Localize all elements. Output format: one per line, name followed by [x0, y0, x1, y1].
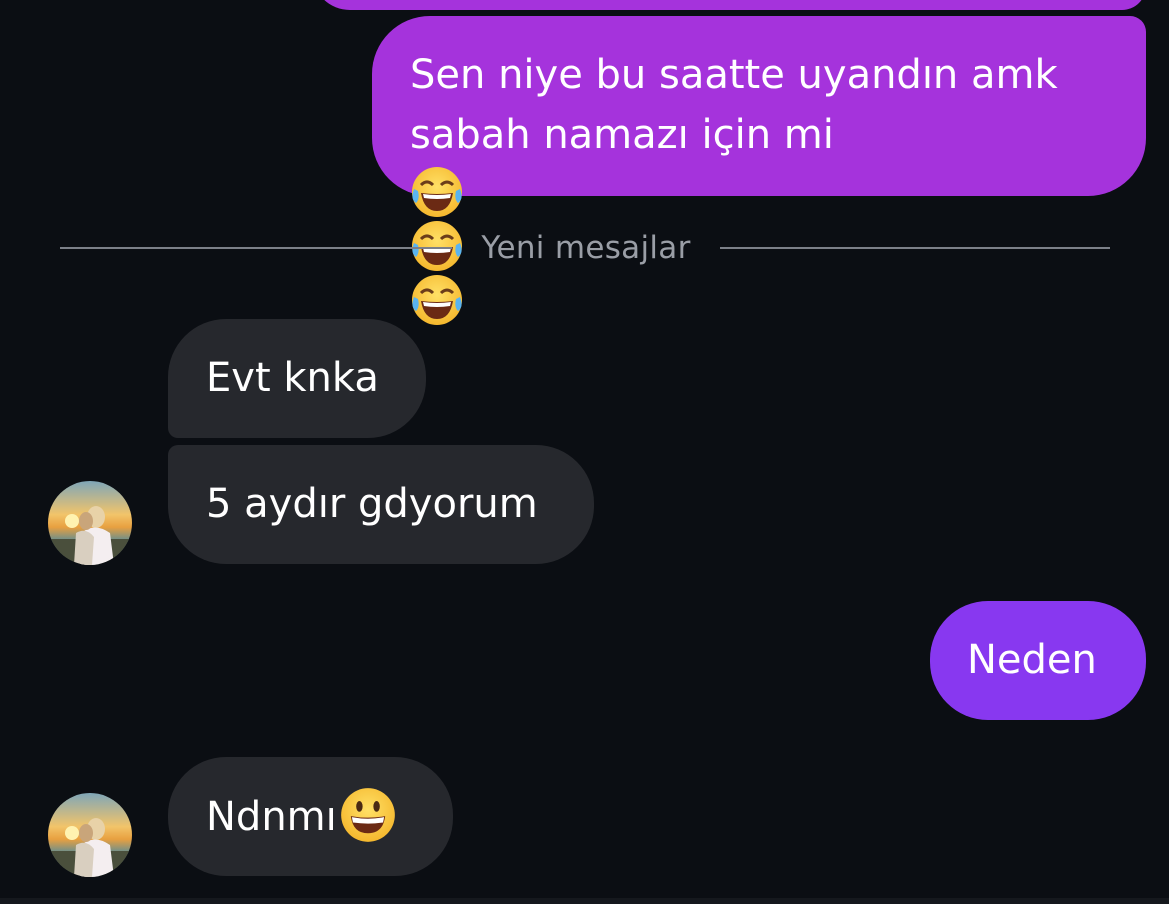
outgoing-message-bubble[interactable]: Neden — [930, 601, 1146, 720]
message-text-line-1: Sen niye bu saatte uyandın amk — [410, 52, 1058, 98]
message-text-line-2: sabah namazı için mi — [410, 105, 1146, 327]
face-with-tears-of-joy-icon — [410, 165, 464, 219]
avatar-photo — [48, 481, 132, 565]
message-text: 5 aydır gdyorum — [206, 481, 538, 527]
avatar-photo — [48, 793, 132, 877]
incoming-message-bubble[interactable]: 5 aydır gdyorum — [168, 445, 594, 564]
incoming-message-bubble[interactable]: Ndnmı — [168, 757, 453, 876]
outgoing-message-bubble[interactable]: Sen niye bu saatte uyandın amk sabah nam… — [372, 16, 1146, 325]
incoming-message-bubble[interactable]: Evt knka — [168, 319, 426, 438]
new-messages-divider-line-right — [720, 247, 1110, 249]
new-messages-divider-line-left — [60, 247, 452, 249]
message-text: Evt knka — [206, 355, 379, 401]
grinning-face-icon — [339, 786, 395, 842]
new-messages-divider-label: Yeni mesajlar — [481, 230, 691, 266]
message-text: Neden — [967, 637, 1097, 683]
contact-avatar[interactable] — [48, 481, 132, 565]
message-text: Ndnmı — [206, 794, 337, 840]
face-with-tears-of-joy-icon — [410, 273, 464, 327]
contact-avatar[interactable] — [48, 793, 132, 877]
bottom-edge — [0, 898, 1169, 904]
previous-message-bubble[interactable] — [312, 0, 1146, 10]
